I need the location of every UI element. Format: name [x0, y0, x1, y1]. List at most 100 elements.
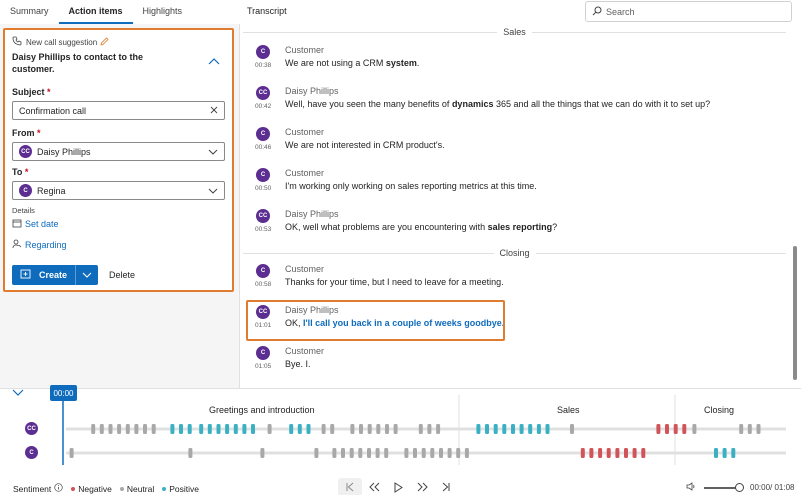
sentiment-mark[interactable] [69, 448, 74, 458]
search-input[interactable] [606, 6, 786, 17]
sentiment-mark[interactable] [692, 424, 697, 434]
sentiment-mark[interactable] [436, 424, 441, 434]
sentiment-mark[interactable] [682, 424, 687, 434]
sentiment-mark[interactable] [179, 424, 183, 434]
playhead-time[interactable]: 00:00 [50, 385, 77, 401]
sentiment-mark[interactable] [502, 424, 507, 434]
chevron-down-icon[interactable] [208, 147, 218, 157]
sentiment-mark[interactable] [314, 448, 319, 458]
sentiment-mark[interactable] [598, 448, 603, 458]
sentiment-mark[interactable] [756, 424, 761, 434]
sentiment-mark[interactable] [430, 448, 435, 458]
skip-to-start-button[interactable] [338, 478, 362, 495]
sentiment-mark[interactable] [624, 448, 628, 458]
sentiment-mark[interactable] [464, 448, 469, 458]
sentiment-mark[interactable] [739, 424, 744, 434]
sentiment-mark[interactable] [143, 424, 147, 434]
sentiment-mark[interactable] [260, 448, 265, 458]
play-button[interactable] [386, 478, 410, 495]
message-timestamp[interactable]: 00:58 [255, 281, 271, 288]
sentiment-mark[interactable] [665, 424, 669, 434]
sentiment-mark[interactable] [385, 424, 389, 434]
sentiment-mark[interactable] [632, 448, 637, 458]
sentiment-mark[interactable] [493, 424, 498, 434]
sentiment-mark[interactable] [134, 424, 139, 434]
create-dropdown-button[interactable] [76, 265, 98, 285]
from-field[interactable]: CC Daisy Phillips [12, 142, 225, 161]
sentiment-mark[interactable] [216, 424, 221, 434]
tab-action-items[interactable]: Action items [58, 0, 133, 24]
sentiment-mark[interactable] [341, 448, 345, 458]
sentiment-mark[interactable] [384, 448, 389, 458]
subject-field[interactable]: Confirmation call [12, 101, 225, 120]
volume-slider[interactable] [704, 482, 744, 492]
delete-button[interactable]: Delete [109, 270, 135, 280]
sentiment-mark[interactable] [714, 448, 718, 458]
sentiment-mark[interactable] [321, 424, 326, 434]
sentiment-mark[interactable] [641, 448, 646, 458]
message-timestamp[interactable]: 00:42 [255, 103, 271, 110]
set-date-link[interactable]: Set date [12, 218, 225, 230]
volume-icon[interactable] [686, 482, 696, 493]
sentiment-mark[interactable] [418, 424, 423, 434]
sentiment-mark[interactable] [207, 424, 212, 434]
sentiment-mark[interactable] [289, 424, 294, 434]
sentiment-mark[interactable] [439, 448, 443, 458]
regarding-link[interactable]: Regarding [12, 239, 225, 251]
chevron-up-icon[interactable] [208, 57, 220, 67]
sentiment-mark[interactable] [421, 448, 426, 458]
sentiment-mark[interactable] [91, 424, 96, 434]
sentiment-mark[interactable] [358, 448, 363, 458]
message-timestamp[interactable]: 00:50 [255, 185, 271, 192]
sentiment-mark[interactable] [188, 448, 193, 458]
sentiment-mark[interactable] [427, 424, 432, 434]
sentiment-mark[interactable] [375, 448, 380, 458]
sentiment-mark[interactable] [251, 424, 255, 434]
sentiment-mark[interactable] [199, 424, 204, 434]
sentiment-mark[interactable] [545, 424, 550, 434]
sentiment-mark[interactable] [404, 448, 409, 458]
sentiment-mark[interactable] [456, 448, 461, 458]
message-timestamp[interactable]: 01:05 [255, 363, 271, 370]
sentiment-mark[interactable] [589, 448, 594, 458]
sentiment-mark[interactable] [519, 424, 524, 434]
edit-pencil-icon[interactable] [100, 36, 109, 48]
transcript-scrollbar[interactable] [793, 246, 797, 380]
sentiment-mark[interactable] [673, 424, 678, 434]
sentiment-mark[interactable] [367, 448, 371, 458]
sentiment-mark[interactable] [117, 424, 122, 434]
sentiment-mark[interactable] [225, 424, 230, 434]
sentiment-mark[interactable] [570, 424, 574, 434]
sentiment-mark[interactable] [125, 424, 130, 434]
create-main-button[interactable]: Create [12, 265, 77, 285]
sentiment-mark[interactable] [187, 424, 192, 434]
sentiment-mark[interactable] [722, 448, 727, 458]
sentiment-mark[interactable] [349, 448, 354, 458]
sentiment-mark[interactable] [99, 424, 104, 434]
skip-to-end-button[interactable] [434, 478, 458, 495]
sentiment-mark[interactable] [476, 424, 481, 434]
message-timestamp[interactable]: 00:38 [255, 62, 271, 69]
sentiment-mark[interactable] [376, 424, 381, 434]
sentiment-mark[interactable] [747, 424, 752, 434]
sentiment-mark[interactable] [108, 424, 113, 434]
search-box[interactable] [585, 1, 792, 22]
sentiment-mark[interactable] [151, 424, 156, 434]
sentiment-mark[interactable] [330, 424, 335, 434]
sentiment-mark[interactable] [297, 424, 302, 434]
sentiment-mark[interactable] [306, 424, 311, 434]
sentiment-mark[interactable] [656, 424, 661, 434]
sentiment-mark[interactable] [332, 448, 337, 458]
chevron-down-icon[interactable] [208, 186, 218, 196]
sentiment-mark[interactable] [350, 424, 355, 434]
fast-forward-button[interactable] [410, 478, 434, 495]
sentiment-timeline-chart[interactable] [0, 389, 801, 479]
info-icon[interactable] [54, 483, 63, 494]
sentiment-mark[interactable] [536, 424, 541, 434]
sentiment-mark[interactable] [359, 424, 363, 434]
rewind-button[interactable] [362, 478, 386, 495]
sentiment-mark[interactable] [170, 424, 175, 434]
sentiment-mark[interactable] [242, 424, 247, 434]
clear-icon[interactable] [210, 106, 218, 116]
volume-slider-thumb[interactable] [735, 482, 744, 492]
